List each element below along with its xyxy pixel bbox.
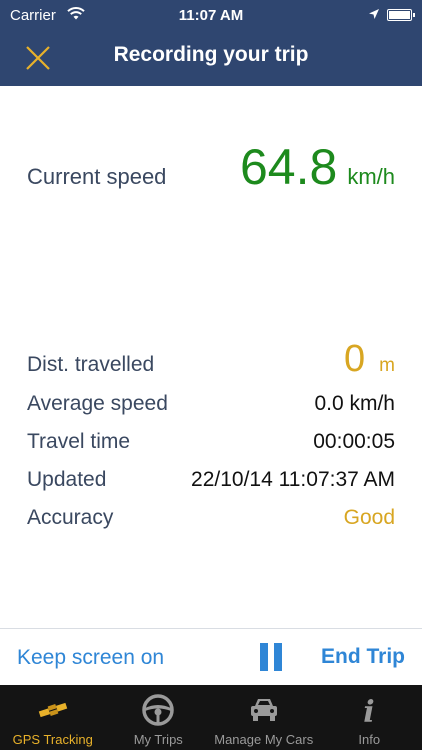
pause-icon-bar [274,643,282,671]
current-speed-readout: 64.8 km/h [240,138,395,196]
pause-button[interactable] [260,643,284,671]
action-bar: Keep screen on End Trip [0,628,422,685]
travel-time-value: 00:00:05 [313,430,395,453]
svg-text:i: i [364,695,375,728]
location-arrow-icon [369,9,379,19]
distance-label: Dist. travelled [27,353,155,376]
end-trip-button[interactable]: End Trip [321,645,405,669]
tab-manage-my-cars[interactable]: Manage My Cars [211,685,317,750]
info-icon: i [364,695,375,728]
top-bar: Carrier 11:07 AM Recording your trip [0,0,422,86]
accuracy-label: Accuracy [27,506,114,529]
steering-wheel-icon [142,694,174,726]
tab-label: My Trips [133,732,183,747]
tab-gps-tracking[interactable]: GPS Tracking [0,685,106,750]
satellite-icon [38,702,67,718]
keep-screen-on-button[interactable]: Keep screen on [17,646,164,670]
accuracy-row: Accuracy Good [27,506,395,530]
tab-label: Info [358,732,381,747]
travel-time-label: Travel time [27,430,131,453]
travel-time-row: Travel time 00:00:05 [27,430,395,454]
pause-icon [260,643,268,671]
tab-label: Manage My Cars [214,732,314,747]
current-speed-value: 64.8 [239,139,338,195]
current-speed-unit: km/h [347,164,395,189]
distance-value: 0 [344,338,366,380]
average-speed-row: Average speed 0.0 km/h [27,392,395,416]
car-icon [250,699,277,721]
distance-unit: m [379,355,395,376]
average-speed-label: Average speed [27,392,168,415]
battery-icon [387,9,415,21]
updated-label: Updated [27,468,107,491]
tab-bar: GPS Tracking My Trips Manage My Cars i I… [0,685,422,750]
updated-value: 22/10/14 11:07:37 AM [191,468,395,491]
status-bar: Carrier 11:07 AM [0,0,422,32]
tab-info[interactable]: i Info [317,685,422,750]
status-time: 11:07 AM [178,7,244,24]
tab-label: GPS Tracking [12,732,93,747]
average-speed-value: 0.0 km/h [314,392,395,415]
current-speed-label: Current speed [27,164,167,189]
distance-readout: 0m [344,338,395,381]
page-title: Recording your trip [113,43,309,66]
updated-row: Updated 22/10/14 11:07:37 AM [27,468,395,492]
distance-row: Dist. travelled 0m [27,338,395,381]
current-speed-row: Current speed 64.8 km/h [27,138,395,196]
tab-my-trips[interactable]: My Trips [106,685,212,750]
nav-bar: Recording your trip [0,32,422,86]
accuracy-value: Good [343,506,395,529]
